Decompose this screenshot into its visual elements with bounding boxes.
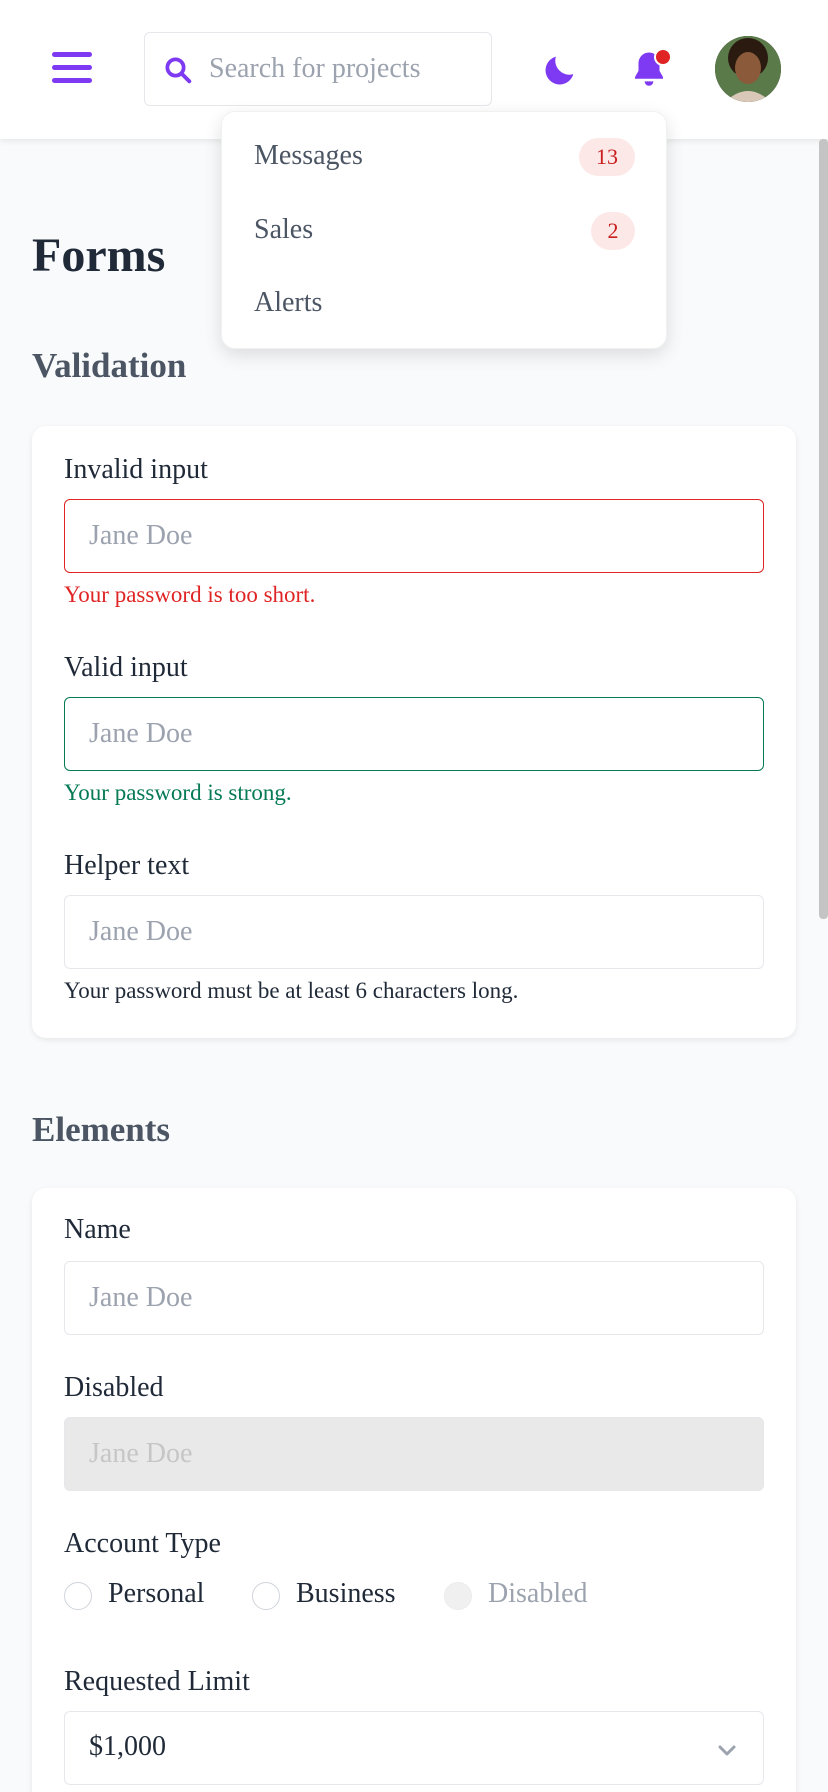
page-title: Forms — [32, 229, 166, 282]
messages-count-badge: 13 — [579, 138, 635, 176]
account-type-label: Account Type — [64, 1528, 221, 1559]
dropdown-item-sales[interactable]: Sales — [254, 214, 313, 254]
requested-limit-select[interactable]: $1,000 — [64, 1711, 764, 1785]
requested-limit-label: Requested Limit — [64, 1666, 250, 1697]
moon-icon[interactable] — [540, 50, 580, 90]
radio-label: Personal — [108, 1578, 205, 1609]
page-scrollbar[interactable] — [819, 139, 828, 919]
dropdown-item-messages[interactable]: Messages — [254, 140, 363, 180]
disabled-label: Disabled — [64, 1372, 164, 1403]
section-title-elements: Elements — [32, 1110, 171, 1149]
dropdown-item-label: Sales — [254, 214, 314, 245]
invalid-input-label: Invalid input — [64, 454, 208, 485]
helper-text-message: Your password must be at least 6 charact… — [64, 978, 519, 1003]
dropdown-item-alerts[interactable]: Alerts — [254, 287, 322, 327]
invalid-input-field[interactable] — [64, 499, 764, 573]
section-title-validation: Validation — [32, 346, 187, 385]
invalid-input[interactable] — [89, 514, 729, 558]
valid-input-label: Valid input — [64, 652, 188, 683]
radio-circle[interactable] — [64, 1582, 92, 1610]
requested-limit-value: $1,000 — [89, 1731, 166, 1762]
name-label: Name — [64, 1214, 131, 1245]
radio-label: Disabled — [488, 1578, 588, 1609]
radio-circle — [444, 1582, 472, 1610]
search-field[interactable] — [144, 32, 492, 106]
search-icon — [165, 57, 192, 84]
radio-label: Business — [296, 1578, 396, 1609]
account-type-radio-group: Personal Business Disabled — [64, 1576, 764, 1616]
invalid-input-error: Your password is too short. — [64, 582, 316, 607]
name-input[interactable] — [89, 1276, 729, 1320]
validation-card: Invalid input Your password is too short… — [32, 426, 796, 1038]
helper-text-label: Helper text — [64, 850, 190, 881]
disabled-field — [64, 1417, 764, 1491]
helper-text-input[interactable] — [89, 910, 729, 954]
dropdown-item-label: Messages — [254, 140, 363, 171]
notification-dot — [654, 48, 672, 66]
disabled-input — [89, 1432, 729, 1476]
chevron-down-icon — [718, 1745, 736, 1756]
elements-card: Name Disabled Account Type Personal Busi… — [32, 1188, 796, 1792]
search-input[interactable] — [209, 47, 479, 91]
notifications-dropdown: Messages 13 Sales 2 Alerts — [221, 111, 667, 349]
valid-input-success: Your password is strong. — [64, 780, 292, 805]
radio-circle[interactable] — [252, 1582, 280, 1610]
avatar[interactable] — [715, 36, 781, 102]
valid-input-field[interactable] — [64, 697, 764, 771]
hamburger-menu-icon[interactable] — [52, 52, 92, 86]
helper-text-field[interactable] — [64, 895, 764, 969]
valid-input[interactable] — [89, 712, 729, 756]
sales-count-badge: 2 — [591, 212, 635, 250]
name-field[interactable] — [64, 1261, 764, 1335]
dropdown-item-label: Alerts — [254, 287, 323, 318]
